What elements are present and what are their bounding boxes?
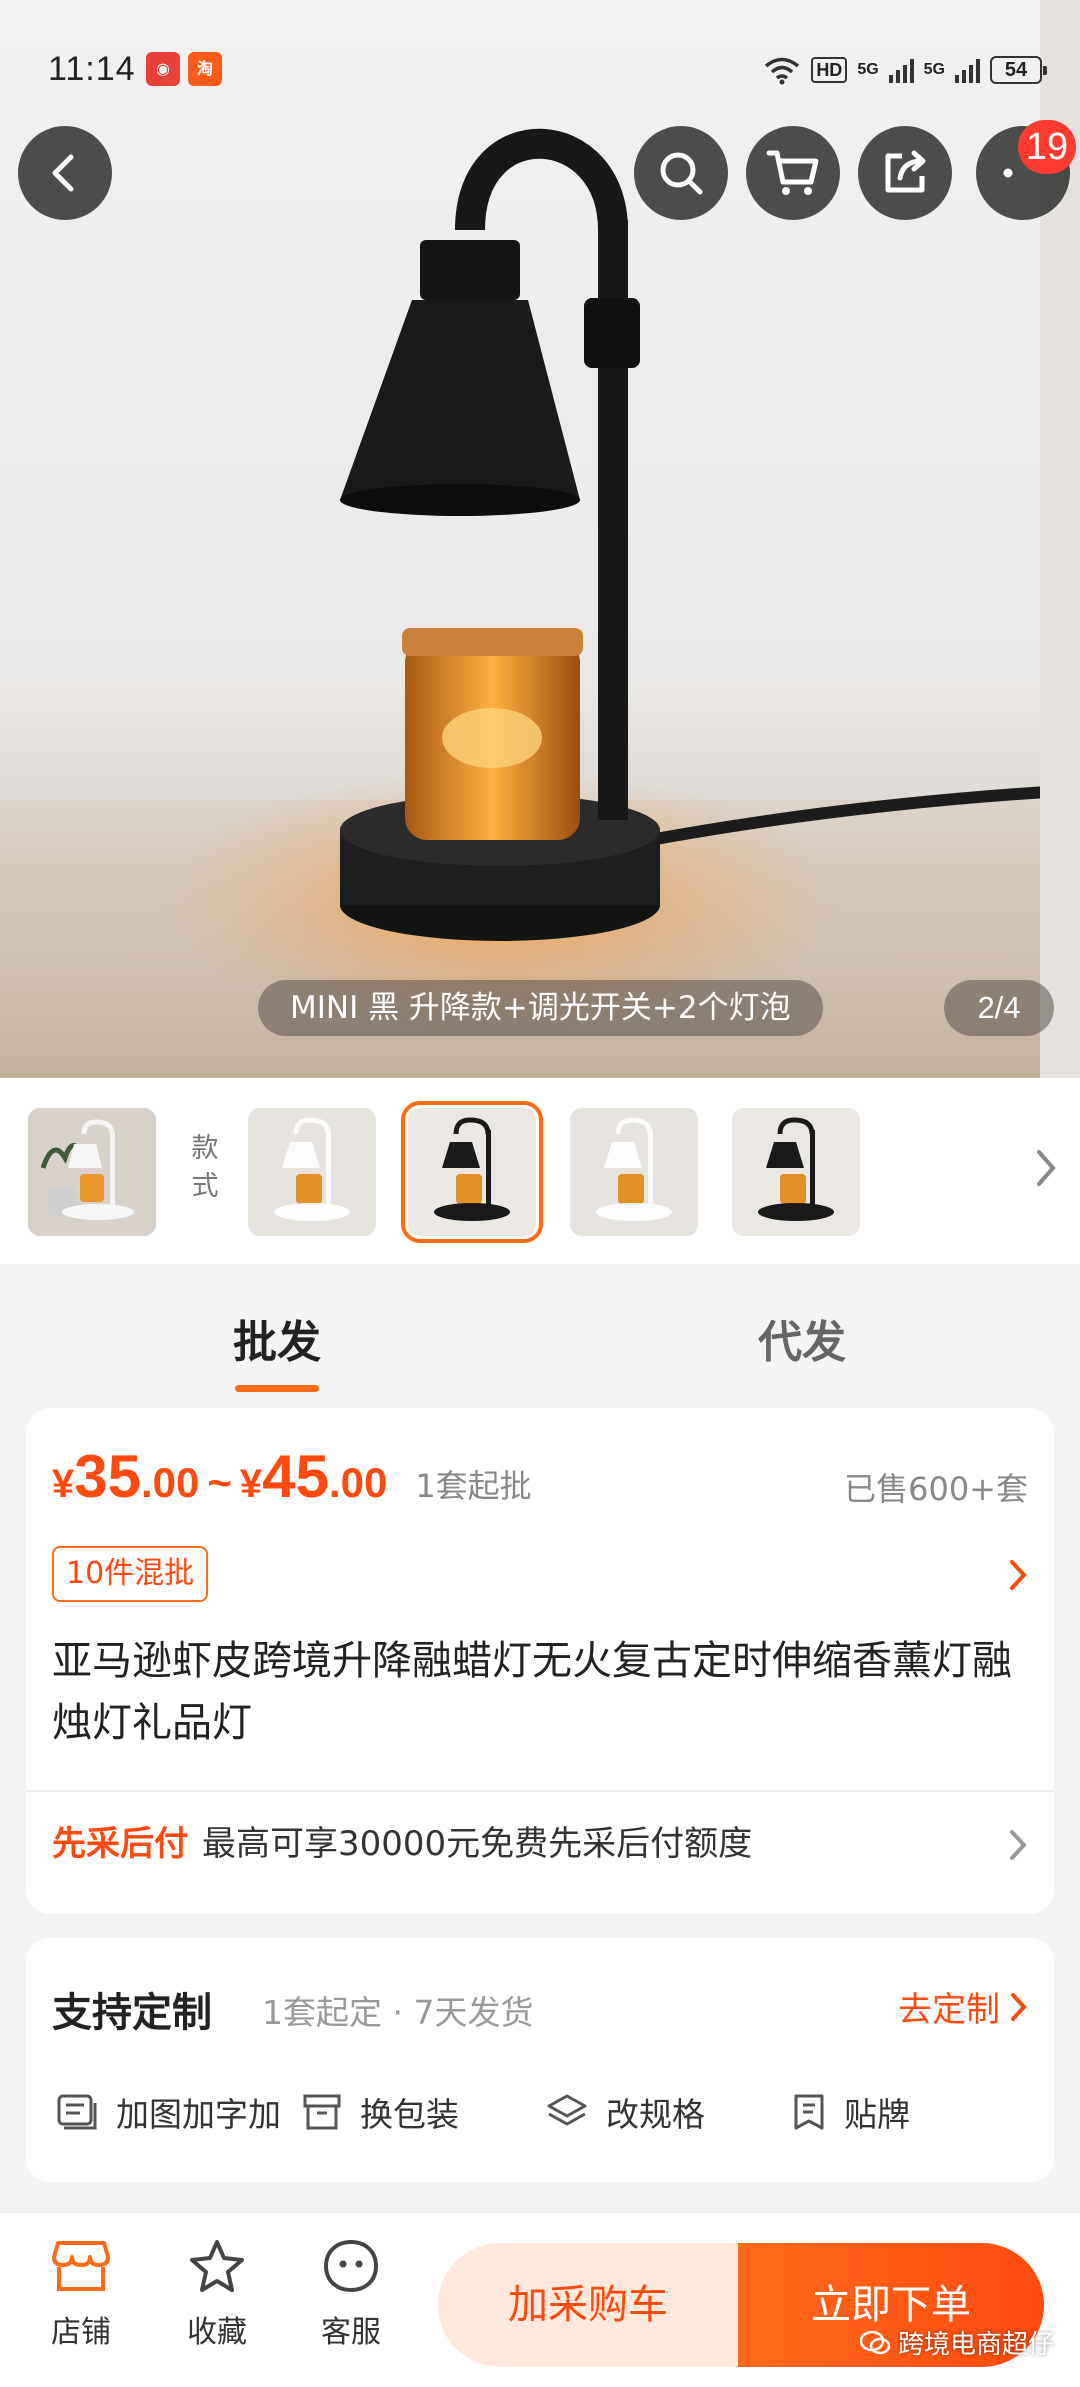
- search-icon: [660, 152, 703, 195]
- mixed-batch-tag[interactable]: 10件混批: [52, 1546, 209, 1602]
- customize-link[interactable]: 去定制: [898, 1982, 1028, 2031]
- currency-symbol: ¥: [239, 1462, 263, 1506]
- nav-label: 店铺: [51, 2315, 111, 2350]
- share-button[interactable]: [858, 126, 952, 220]
- customization-meta: 1套起定 · 7天发货: [262, 1993, 534, 2032]
- pay-later-label: 先采后付: [52, 1824, 188, 1864]
- chevron-right-icon: [1011, 1992, 1027, 2021]
- nav-favorite[interactable]: 收藏: [172, 2239, 262, 2351]
- battery-icon: 54: [990, 56, 1047, 84]
- price-card: ¥ 35 .00 ~ ¥ 45 .00 1套起批 已售600+套 10件混批 亚…: [26, 1408, 1054, 1914]
- star-icon: [190, 2240, 244, 2292]
- status-bar: 11:14 ◉ 淘 HD 5G 5G 54: [0, 0, 1080, 140]
- chevron-right-icon[interactable]: [1008, 1828, 1028, 1862]
- option-change-spec[interactable]: 改规格: [546, 2088, 705, 2136]
- signal-icon-2: [955, 57, 980, 83]
- thumbnail-white[interactable]: [248, 1108, 376, 1236]
- network-5g-label-2: 5G: [923, 61, 945, 78]
- cart-icon: [766, 150, 819, 195]
- product-gallery[interactable]: 11:14 ◉ 淘 HD 5G 5G 54 19 MINI 黑 升降款+调光开关…: [0, 0, 1080, 1078]
- price-separator: ~: [207, 1459, 232, 1506]
- nav-label: 客服: [321, 2315, 381, 2350]
- chevron-left-icon: [52, 154, 74, 192]
- search-button[interactable]: [634, 126, 728, 220]
- app-notification-icon: ◉: [146, 52, 180, 86]
- thumbnail-main[interactable]: [28, 1108, 156, 1236]
- nav-customer-service[interactable]: 客服: [306, 2239, 396, 2351]
- thumbnail-black-selected[interactable]: [401, 1101, 543, 1243]
- back-button[interactable]: [18, 126, 112, 220]
- pay-later-text: 最高可享30000元免费先采后付额度: [202, 1824, 753, 1864]
- network-5g-label: 5G: [857, 61, 879, 78]
- chevron-right-icon[interactable]: [1034, 1148, 1058, 1188]
- wechat-icon: [859, 2330, 890, 2354]
- thumbnail-strip: 款式: [0, 1078, 1080, 1264]
- pay-later-row[interactable]: 先采后付 最高可享30000元免费先采后付额度: [52, 1820, 752, 1868]
- price-max: 45: [262, 1443, 329, 1510]
- image-text-icon: [57, 2094, 97, 2130]
- nav-label: 收藏: [187, 2315, 247, 2350]
- price-max-decimal: .00: [328, 1459, 388, 1506]
- watermark-text: 跨境电商超仔: [897, 2330, 1054, 2360]
- bottom-action-bar: 店铺 收藏 客服 加采购车 立即下单 跨境电商超仔: [0, 2212, 1080, 2387]
- taobao-notification-icon: 淘: [188, 52, 222, 86]
- product-title: 亚马逊虾皮跨境升降融蜡灯无火复古定时伸缩香薰灯融烛灯礼品灯: [52, 1638, 1012, 1746]
- cart-button[interactable]: [746, 126, 840, 220]
- layers-icon: [547, 2094, 587, 2126]
- thumbnail-image: [248, 1108, 376, 1236]
- option-label: 换包装: [360, 2095, 459, 2134]
- wifi-icon: [765, 57, 800, 85]
- divider: [26, 1790, 1054, 1792]
- option-private-label[interactable]: 贴牌: [792, 2088, 910, 2136]
- tab-wholesale[interactable]: 批发: [233, 1306, 321, 1392]
- box-icon: [303, 2094, 341, 2130]
- status-indicators: HD 5G 5G 54: [763, 50, 1047, 90]
- thumbnail-black-2[interactable]: [732, 1108, 860, 1236]
- option-add-image-text[interactable]: 加图加字加: [56, 2088, 281, 2136]
- customization-title: 支持定制: [52, 1990, 212, 2036]
- mode-tabs: 批发 代发: [0, 1264, 1080, 1404]
- min-order-qty: 1套起批: [415, 1467, 532, 1505]
- style-label: 款式: [191, 1133, 219, 1202]
- customize-link-label: 去定制: [898, 1990, 1000, 2030]
- currency-symbol: ¥: [52, 1462, 75, 1506]
- signal-icon: [888, 57, 914, 83]
- chat-icon: [323, 2239, 379, 2293]
- thumbnail-image: [732, 1108, 860, 1236]
- tab-dropship[interactable]: 代发: [758, 1306, 846, 1370]
- thumbnail-image: [28, 1108, 156, 1236]
- status-time: 11:14: [48, 50, 136, 88]
- option-label: 贴牌: [844, 2095, 910, 2134]
- chevron-right-icon[interactable]: [1008, 1558, 1028, 1592]
- variant-label: MINI 黑 升降款+调光开关+2个灯泡: [258, 980, 823, 1036]
- thumbnail-image: [408, 1108, 536, 1236]
- price-min: 35: [74, 1443, 141, 1510]
- page-indicator: 2/4: [944, 980, 1054, 1036]
- store-icon: [52, 2241, 110, 2291]
- thumbnail-white-2[interactable]: [570, 1108, 698, 1236]
- add-to-cart-button[interactable]: 加采购车: [438, 2243, 738, 2367]
- sold-count: 已售600+套: [844, 1470, 1028, 1508]
- option-change-packaging[interactable]: 换包装: [302, 2088, 459, 2136]
- nav-store[interactable]: 店铺: [36, 2239, 126, 2351]
- share-icon: [885, 150, 926, 193]
- price-min-decimal: .00: [141, 1459, 200, 1506]
- price-range: ¥ 35 .00 ~ ¥ 45 .00 1套起批: [52, 1442, 532, 1511]
- hd-indicator: HD: [811, 57, 848, 83]
- more-button[interactable]: 19: [976, 120, 1076, 220]
- customization-card: 支持定制 1套起定 · 7天发货 去定制 加图加字加 换包装 改规格 贴牌: [26, 1938, 1054, 2182]
- label-icon: [794, 2094, 824, 2130]
- notification-badge: 19: [1018, 120, 1076, 174]
- watermark: 跨境电商超仔: [859, 2324, 1054, 2361]
- option-label: 改规格: [606, 2095, 705, 2134]
- option-label: 加图加字加: [116, 2095, 281, 2134]
- thumbnail-image: [570, 1108, 698, 1236]
